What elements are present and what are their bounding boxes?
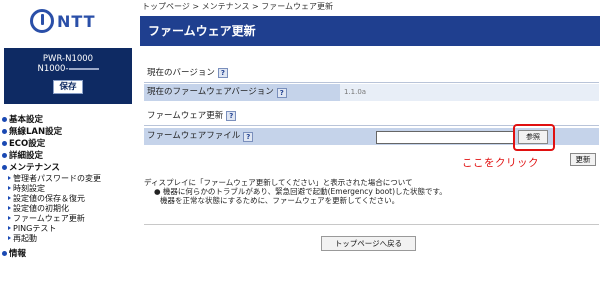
device-info-panel: PWR-N1000 N1000- 保存 [4,48,132,104]
brand-logo: NTT [0,0,136,42]
bullet-icon [2,116,7,122]
bullet-icon [2,140,7,146]
firmware-file-input[interactable] [376,131,514,144]
bullet-icon [2,128,7,134]
sidebar-item-info[interactable]: 情報 [0,247,136,259]
sidebar-subitem-reset[interactable]: 設定値の初期化 [0,203,136,213]
current-version-value: 1.1.0a [340,84,599,101]
firmware-update-header: ファームウェア更新 ? [144,109,237,123]
sidebar-nav: 基本設定 無線LAN設定 ECO設定 詳細設定 メンテナンス 管理者パスワードの… [0,113,136,259]
arrow-icon [8,186,11,190]
divider [144,224,599,225]
sidebar-item-wireless-lan[interactable]: 無線LAN設定 [0,125,136,137]
ntt-logo-icon [30,9,54,33]
sidebar-item-basic[interactable]: 基本設定 [0,113,136,125]
device-model: PWR-N1000 [42,54,94,64]
save-button[interactable]: 保存 [53,80,83,94]
click-here-annotation: ここをクリック [462,157,539,169]
help-icon[interactable]: ? [226,111,237,121]
sidebar-item-maintenance[interactable]: メンテナンス [0,161,136,173]
logo-text: NTT [57,11,96,31]
help-icon[interactable]: ? [243,131,254,142]
arrow-icon [8,236,11,240]
sidebar-subitem-admin-password[interactable]: 管理者パスワードの変更 [0,173,136,183]
sidebar: NTT PWR-N1000 N1000- 保存 基本設定 無線LAN設定 ECO… [0,0,136,283]
back-to-top-button[interactable]: トップページへ戻る [321,236,416,251]
arrow-icon [8,216,11,220]
arrow-icon [8,226,11,230]
bullet-icon [2,250,7,256]
notice-line: ディスプレイに「ファームウェア更新してください」と表示された場合について [144,178,413,187]
current-version-row: 現在のファームウェアバージョン ? 1.1.0a [144,84,599,101]
arrow-icon [8,206,11,210]
sidebar-subitem-firmware[interactable]: ファームウェア更新 [0,213,136,223]
main-content: トップページ > メンテナンス > ファームウェア更新 ファームウェア更新 現在… [140,0,600,283]
arrow-icon [8,176,11,180]
update-button[interactable]: 更新 [570,153,596,166]
breadcrumb: トップページ > メンテナンス > ファームウェア更新 [142,2,334,11]
help-icon[interactable]: ? [276,87,287,98]
device-model-sub: N1000- [4,64,132,74]
sidebar-subitem-reboot[interactable]: 再起動 [0,233,136,243]
notice-text: ディスプレイに「ファームウェア更新してください」と表示された場合について ● 機… [144,178,464,205]
notice-line: ● 機器に何らかのトラブルがあり、緊急回避で起動(Emergency boot)… [154,187,447,196]
arrow-icon [8,196,11,200]
current-version-header: 現在のバージョン ? [144,66,228,80]
bullet-icon [2,164,7,170]
sidebar-subitem-backup-restore[interactable]: 設定値の保存＆復元 [0,193,136,203]
current-version-label: 現在のファームウェアバージョン ? [144,84,340,101]
help-icon[interactable]: ? [217,68,228,78]
notice-line: 機器を正常な状態にするために、ファームウェアを更新してください。 [160,196,400,205]
sidebar-item-advanced[interactable]: 詳細設定 [0,149,136,161]
page-title: ファームウェア更新 [140,16,600,46]
highlight-box [513,124,555,151]
sidebar-subitem-time[interactable]: 時刻設定 [0,183,136,193]
sidebar-item-eco[interactable]: ECO設定 [0,137,136,149]
sidebar-subitem-ping[interactable]: PINGテスト [0,223,136,233]
bullet-icon [2,152,7,158]
divider [144,82,599,83]
